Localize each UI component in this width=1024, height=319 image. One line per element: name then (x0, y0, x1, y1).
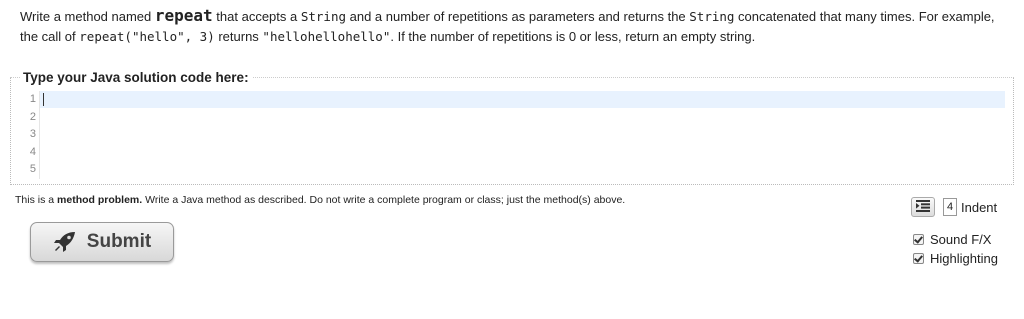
desc-text: and a number of repetitions as parameter… (346, 9, 690, 24)
submit-label: Submit (86, 231, 152, 252)
indent-icon (916, 199, 930, 215)
line-number: 4 (29, 145, 36, 158)
problem-hint: This is a method problem. Write a Java m… (15, 194, 625, 206)
method-name: repeat (154, 6, 213, 25)
desc-text: Write a method named (20, 9, 155, 24)
active-line-highlight (40, 91, 1005, 108)
indent-button[interactable] (911, 197, 935, 217)
sound-fx-checkbox[interactable] (913, 234, 924, 245)
line-number: 2 (29, 110, 36, 123)
code-editor[interactable]: 1 2 3 4 5 (13, 91, 1005, 179)
indent-label: Indent (961, 199, 998, 215)
submit-button[interactable]: Submit (30, 222, 174, 262)
line-number: 3 (29, 128, 36, 140)
rocket-icon (53, 231, 77, 253)
sound-fx-label: Sound F/X (930, 232, 992, 247)
highlighting-checkbox[interactable] (913, 253, 924, 264)
desc-text: . If the number of repetitions is 0 or l… (390, 29, 756, 44)
text-cursor (43, 93, 44, 106)
problem-description: Write a method named repeat that accepts… (20, 6, 1010, 47)
hint-text: Write a Java method as described. Do not… (142, 194, 626, 206)
line-number-gutter: 1 2 3 4 5 (13, 91, 40, 179)
line-number: 5 (29, 163, 36, 175)
example-result: "hellohellohello" (262, 29, 391, 44)
type-name: String (689, 9, 735, 24)
line-number: 1 (29, 93, 36, 105)
sound-fx-option[interactable]: Sound F/X (913, 232, 991, 247)
hint-bold: method problem. (57, 194, 143, 206)
editor-legend: Type your Java solution code here: (20, 69, 253, 87)
indent-size-field[interactable]: 4 (943, 198, 957, 216)
desc-text: that accepts a (212, 9, 301, 24)
type-name: String (300, 9, 347, 24)
indent-control: 4 Indent (911, 197, 997, 217)
highlighting-option[interactable]: Highlighting (913, 251, 998, 266)
example-call: repeat("hello", 3) (79, 29, 215, 44)
highlighting-label: Highlighting (930, 251, 998, 266)
hint-text: This is a (15, 194, 58, 206)
desc-text: returns (214, 29, 263, 44)
